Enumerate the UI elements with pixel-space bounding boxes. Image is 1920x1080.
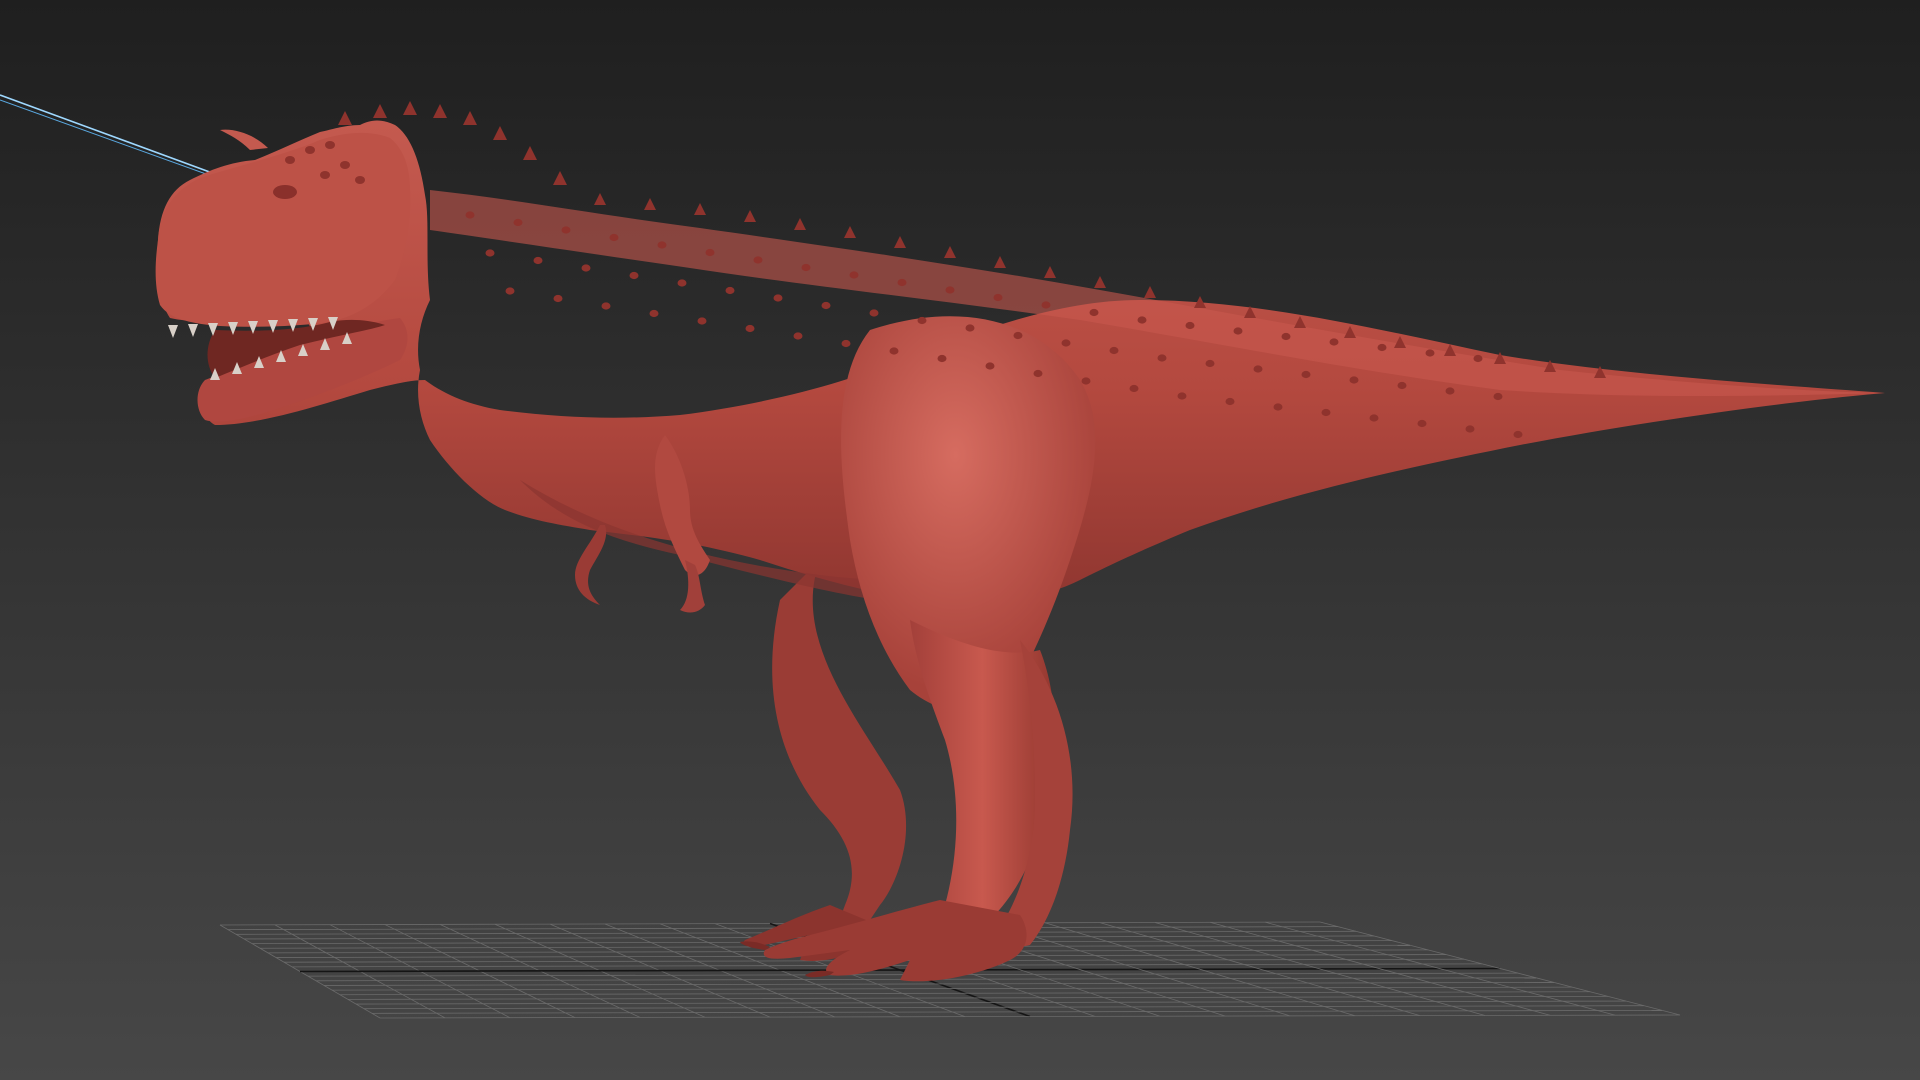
osteoderm-bump [513, 218, 523, 227]
osteoderm-bump [1425, 349, 1435, 357]
osteoderm-bump [1253, 365, 1263, 373]
osteoderm-bump [609, 233, 619, 242]
osteoderm-bump [773, 294, 783, 302]
osteoderm-bump [1281, 332, 1291, 341]
osteoderm-bump [601, 302, 611, 310]
osteoderm-bump [1225, 397, 1235, 406]
osteoderm-bump [485, 249, 495, 257]
osteoderm-bump [1109, 346, 1119, 355]
osteoderm-bump [1473, 354, 1483, 363]
osteoderm-bump [945, 286, 955, 294]
osteoderm-bump [1369, 414, 1379, 422]
osteoderm-bump [1033, 369, 1043, 378]
osteoderm-bump [897, 278, 907, 287]
osteoderm-bump [849, 271, 859, 279]
osteoderm-bump [869, 309, 879, 317]
osteoderm-bump [1185, 321, 1195, 330]
osteoderm-bump [1377, 343, 1387, 352]
osteoderm-bump [753, 256, 763, 264]
osteoderm-bump [1061, 339, 1071, 347]
osteoderm-bump [697, 317, 707, 325]
osteoderm-bump [1157, 354, 1167, 362]
osteoderm-bump [1349, 376, 1359, 384]
osteoderm-bump [305, 146, 315, 154]
osteoderm-bump [1081, 377, 1091, 385]
osteoderm-bump [937, 354, 947, 363]
osteoderm-bump [965, 324, 975, 332]
osteoderm-bump [1273, 403, 1283, 411]
viewport-canvas[interactable] [0, 0, 1920, 1080]
osteoderm-bump [553, 294, 563, 303]
osteoderm-bump [1013, 331, 1023, 340]
osteoderm-bump [677, 279, 687, 287]
osteoderm-bump [1493, 392, 1503, 401]
osteoderm-bump [1329, 338, 1339, 346]
osteoderm-bump [629, 271, 639, 280]
osteoderm-bump [1233, 327, 1243, 335]
osteoderm-bump [1137, 316, 1147, 324]
osteoderm-bump [1465, 425, 1475, 433]
osteoderm-bump [1397, 381, 1407, 390]
osteoderm-bump [505, 287, 515, 295]
osteoderm-bump [649, 309, 659, 318]
osteoderm-bump [1177, 392, 1187, 400]
osteoderm-bump [917, 316, 927, 325]
osteoderm-bump [320, 171, 330, 179]
osteoderm-bump [1321, 408, 1331, 417]
osteoderm-bump [1445, 387, 1455, 395]
osteoderm-bump [285, 156, 295, 164]
osteoderm-bump [325, 141, 335, 149]
3d-viewport[interactable] [0, 0, 1920, 1080]
eye [273, 185, 297, 199]
osteoderm-bump [705, 248, 715, 257]
osteoderm-bump [465, 211, 475, 219]
osteoderm-bump [1205, 359, 1215, 368]
osteoderm-bump [745, 324, 755, 333]
osteoderm-bump [1513, 430, 1523, 439]
osteoderm-bump [533, 256, 543, 265]
osteoderm-bump [340, 161, 350, 169]
osteoderm-bump [1041, 301, 1051, 309]
osteoderm-bump [561, 226, 571, 234]
osteoderm-bump [985, 362, 995, 370]
osteoderm-bump [993, 293, 1003, 302]
osteoderm-bump [355, 176, 365, 184]
osteoderm-bump [1129, 384, 1139, 393]
osteoderm-bump [793, 332, 803, 340]
osteoderm-bump [821, 301, 831, 310]
osteoderm-bump [1089, 308, 1099, 317]
osteoderm-bump [1417, 419, 1427, 428]
osteoderm-bump [801, 263, 811, 272]
osteoderm-bump [657, 241, 667, 249]
osteoderm-bump [889, 347, 899, 355]
osteoderm-bump [841, 339, 851, 348]
osteoderm-bump [581, 264, 591, 272]
osteoderm-bump [725, 286, 735, 295]
osteoderm-bump [1301, 370, 1311, 379]
